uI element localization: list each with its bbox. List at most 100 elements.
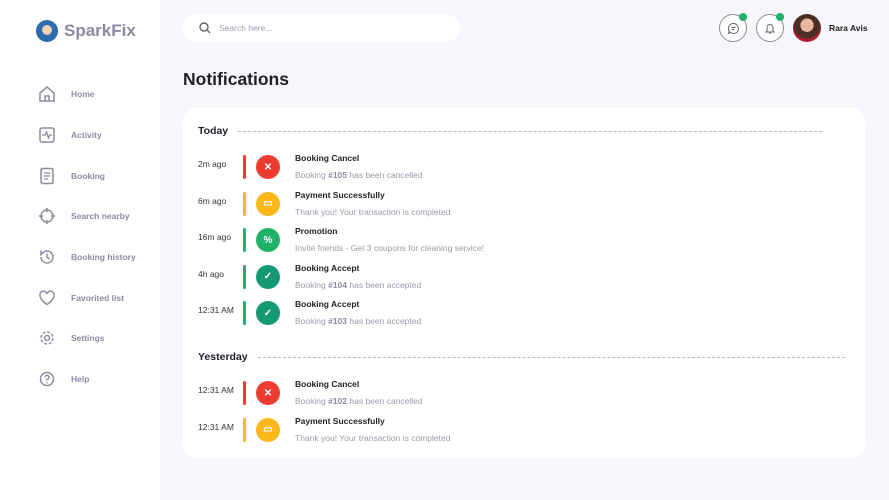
notification-message: Invite friends - Get 3 coupons for clean… <box>295 243 484 253</box>
document-icon <box>38 167 56 185</box>
notification-title: Payment Successfully <box>295 415 385 426</box>
sidebar-item-label: Help <box>71 374 90 385</box>
message-text: Booking <box>295 170 329 180</box>
notification-title: Payment Successfully <box>295 189 385 200</box>
notification-title: Booking Accept <box>295 262 360 273</box>
notification-time: 2m ago <box>198 159 227 169</box>
ticket-icon: % <box>256 228 280 253</box>
sidebar-item-favorited-list[interactable]: Favorited list <box>38 277 136 318</box>
sidebar-item-booking-history[interactable]: Booking history <box>38 237 136 278</box>
booking-number: #105 <box>328 170 348 180</box>
logo-mascot-icon <box>36 20 58 42</box>
message-text: Thank you! Your transaction is completed <box>295 432 451 443</box>
status-bar <box>243 264 246 289</box>
booking-number: #103 <box>328 316 348 327</box>
notification-item[interactable]: 6m ago ▭ Payment Successfully Thank you!… <box>198 190 838 225</box>
dashed-divider <box>238 130 823 132</box>
notification-time: 12:31 AM <box>198 385 234 395</box>
sidebar-item-settings[interactable]: Settings <box>38 318 136 359</box>
notification-item[interactable]: 4h ago ✓ Booking Accept Booking #104 has… <box>198 263 838 298</box>
sidebar-item-activity[interactable]: Activity <box>38 115 136 156</box>
sidebar-item-label: Search nearby <box>71 211 130 222</box>
help-icon <box>38 370 56 388</box>
wallet-icon: ▭ <box>256 417 280 442</box>
notification-message: Booking #103 has been accepted <box>295 316 421 326</box>
gear-icon <box>38 329 56 347</box>
section-header-today: Today <box>198 125 823 137</box>
sidebar-item-search-nearby[interactable]: Search nearby <box>38 196 136 237</box>
notification-message: Thank you! Your transaction is completed <box>295 433 450 443</box>
unread-dot <box>739 13 747 21</box>
sidebar-nav: Home Activity Booking Search nearby Booking … <box>38 74 136 400</box>
notification-title: Booking Cancel <box>295 379 360 389</box>
status-bar <box>243 381 246 405</box>
message-text: Booking <box>295 279 329 290</box>
message-text: Thank you! Your transaction is completed <box>295 206 451 217</box>
notifications-card: Today 2m ago ✕ Booking Cancel Booking #1… <box>183 108 865 458</box>
messages-button[interactable] <box>719 13 747 42</box>
message-text: has been cancelled <box>347 396 423 406</box>
history-icon <box>38 248 56 266</box>
notification-title: Booking Cancel <box>295 153 360 163</box>
cancel-icon: ✕ <box>256 381 280 405</box>
notification-message: Booking #102 has been cancelled <box>295 396 423 406</box>
search-bar[interactable] <box>183 14 460 42</box>
cancel-icon: ✕ <box>256 155 280 179</box>
notifications-button[interactable] <box>756 13 784 42</box>
message-text: Booking <box>295 396 329 406</box>
sidebar-item-label: Home <box>71 89 95 100</box>
avatar[interactable] <box>793 14 821 42</box>
section-label: Yesterday <box>198 351 248 363</box>
booking-number: #102 <box>328 396 348 406</box>
wallet-icon: ▭ <box>256 191 280 216</box>
message-text: Booking <box>295 316 329 327</box>
message-text: has been accepted <box>347 316 422 327</box>
notification-time: 12:31 AM <box>198 305 234 316</box>
notification-time: 12:31 AM <box>198 421 234 432</box>
sidebar: SparkFix Home Activity Booking Search nearb… <box>0 0 160 500</box>
chat-icon <box>727 22 739 35</box>
notification-title: Booking Accept <box>295 299 360 310</box>
sidebar-item-booking[interactable]: Booking <box>38 155 136 196</box>
status-bar <box>243 155 246 179</box>
sidebar-item-help[interactable]: Help <box>38 359 136 400</box>
heart-icon <box>38 289 56 307</box>
notification-item[interactable]: 12:31 AM ✕ Booking Cancel Booking #102 h… <box>198 379 838 414</box>
sidebar-item-home[interactable]: Home <box>38 74 136 115</box>
sidebar-item-label: Booking history <box>71 252 136 263</box>
check-icon: ✓ <box>256 264 280 289</box>
logo[interactable]: SparkFix <box>36 20 136 42</box>
message-text: Invite friends - Get 3 coupons for clean… <box>295 243 484 254</box>
page-title: Notifications <box>183 69 289 89</box>
notification-message: Thank you! Your transaction is completed <box>295 207 450 217</box>
status-bar <box>243 228 246 253</box>
notification-time: 4h ago <box>198 268 224 279</box>
sidebar-item-label: Favorited list <box>71 292 124 303</box>
sidebar-item-label: Settings <box>71 333 105 344</box>
notification-time: 6m ago <box>198 195 227 206</box>
search-input[interactable] <box>219 23 419 33</box>
notification-message: Booking #104 has been accepted <box>295 280 421 290</box>
sidebar-item-label: Booking <box>71 170 105 181</box>
notification-item[interactable]: 2m ago ✕ Booking Cancel Booking #105 has… <box>198 153 838 188</box>
user-name[interactable]: Rara Avis <box>829 23 868 33</box>
notification-item[interactable]: 12:31 AM ▭ Payment Successfully Thank yo… <box>198 416 838 451</box>
search-icon <box>199 22 211 34</box>
home-icon <box>38 85 56 103</box>
notification-item[interactable]: 12:31 AM ✓ Booking Accept Booking #103 h… <box>198 299 838 334</box>
status-bar <box>243 417 246 442</box>
section-header-yesterday: Yesterday <box>198 351 845 363</box>
app-name: SparkFix <box>64 21 136 40</box>
status-bar <box>243 301 246 326</box>
notification-message: Booking #105 has been cancelled <box>295 170 423 180</box>
bell-icon <box>764 24 776 34</box>
dashed-divider <box>257 356 845 358</box>
status-bar <box>243 191 246 216</box>
message-text: has been accepted <box>347 279 422 290</box>
notification-time: 16m ago <box>198 232 232 243</box>
check-icon: ✓ <box>256 301 280 326</box>
message-text: has been cancelled <box>347 170 423 180</box>
unread-dot <box>776 13 784 21</box>
sidebar-item-label: Activity <box>71 130 102 141</box>
notification-item[interactable]: 16m ago % Promotion Invite friends - Get… <box>198 226 838 261</box>
